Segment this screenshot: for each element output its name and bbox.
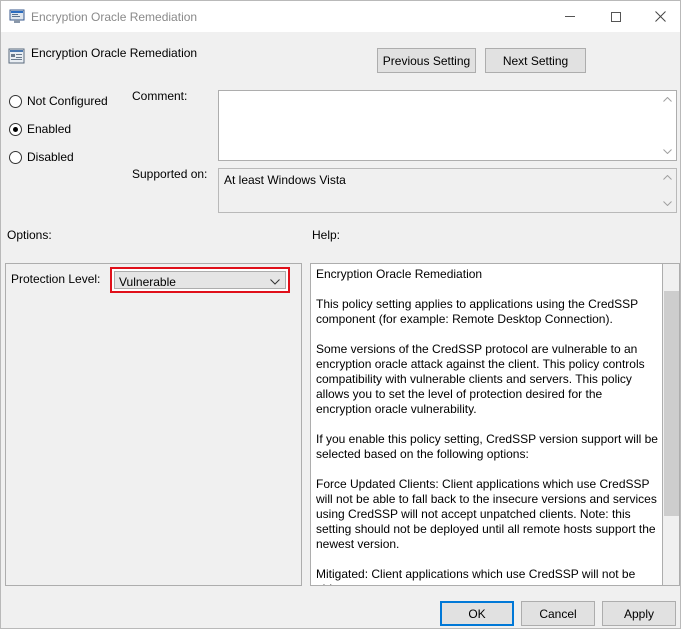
supported-scrollbar[interactable] [659, 169, 676, 212]
window-title: Encryption Oracle Remediation [31, 10, 198, 24]
policy-dialog: Encryption Oracle Remediation Encryption… [0, 0, 681, 629]
scroll-up-arrow[interactable] [659, 169, 676, 186]
policy-name: Encryption Oracle Remediation [31, 46, 198, 60]
scroll-down-arrow[interactable] [659, 195, 676, 212]
scrollbar-thumb[interactable] [664, 291, 679, 516]
radio-enabled[interactable]: Enabled [9, 122, 71, 136]
help-scrollbar[interactable] [663, 263, 680, 586]
help-text: Encryption Oracle Remediation This polic… [316, 267, 660, 585]
radio-label: Disabled [27, 150, 74, 164]
previous-setting-button[interactable]: Previous Setting [377, 48, 476, 73]
help-paragraph: If you enable this policy setting, CredS… [316, 432, 658, 461]
protection-level-dropdown[interactable]: Vulnerable [114, 271, 286, 289]
minimize-button[interactable] [548, 1, 592, 32]
scroll-down-arrow[interactable] [659, 143, 676, 160]
help-paragraph: Force Updated Clients: Client applicatio… [316, 477, 657, 551]
radio-circle[interactable] [9, 94, 22, 108]
protection-level-value: Vulnerable [119, 275, 176, 289]
title-bar[interactable]: Encryption Oracle Remediation [1, 1, 680, 32]
radio-not-configured[interactable]: Not Configured [9, 94, 108, 108]
radio-label: Enabled [27, 122, 72, 136]
chevron-down-icon [663, 201, 672, 206]
cancel-button[interactable]: Cancel [521, 601, 595, 626]
help-paragraph: Mitigated: Client applications which use… [316, 567, 636, 585]
close-button[interactable] [638, 1, 681, 32]
supported-on-value: At least Windows Vista [224, 173, 346, 187]
chevron-up-icon [663, 175, 672, 180]
radio-circle[interactable] [9, 150, 22, 164]
protection-level-label: Protection Level: [11, 272, 101, 286]
help-label: Help: [312, 228, 341, 242]
policy-setting-icon [8, 48, 25, 64]
comment-label: Comment: [132, 89, 188, 103]
policy-editor-icon [9, 9, 25, 23]
options-label: Options: [7, 228, 52, 242]
help-paragraph: This policy setting applies to applicati… [316, 297, 638, 326]
close-icon [654, 11, 666, 22]
radio-label: Not Configured [27, 94, 108, 108]
comment-field[interactable] [218, 90, 677, 161]
next-setting-button[interactable]: Next Setting [485, 48, 586, 73]
help-paragraph: Some versions of the CredSSP protocol ar… [316, 342, 645, 416]
ok-button[interactable]: OK [440, 601, 514, 626]
maximize-button[interactable] [594, 1, 638, 32]
supported-on-field: At least Windows Vista [218, 168, 677, 213]
apply-button[interactable]: Apply [602, 601, 676, 626]
comment-scrollbar[interactable] [659, 91, 676, 160]
radio-circle[interactable] [9, 122, 22, 136]
help-paragraph: Encryption Oracle Remediation [316, 267, 483, 281]
supported-on-label: Supported on: [132, 167, 208, 181]
chevron-down-icon [663, 149, 672, 154]
maximize-icon [611, 11, 621, 22]
protection-level-highlight: Vulnerable [110, 267, 290, 293]
scroll-up-arrow[interactable] [659, 91, 676, 108]
radio-disabled[interactable]: Disabled [9, 150, 74, 164]
minimize-icon [565, 16, 575, 17]
help-panel: Encryption Oracle Remediation This polic… [310, 263, 663, 586]
chevron-up-icon [663, 97, 672, 102]
options-panel: Protection Level: Vulnerable [5, 263, 302, 586]
chevron-down-icon [270, 279, 280, 285]
